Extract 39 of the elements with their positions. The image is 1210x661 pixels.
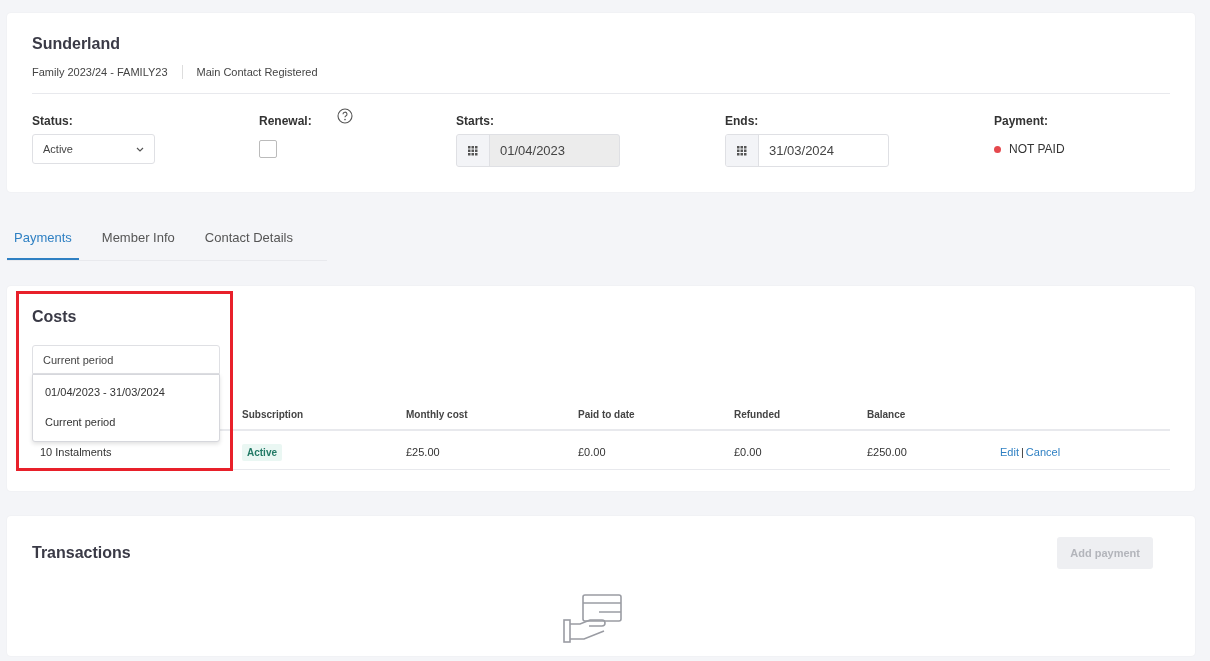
column-header: Monthly cost xyxy=(406,409,469,420)
action-link[interactable]: Cancel xyxy=(1025,446,1061,458)
section-title: Transactions xyxy=(32,544,131,562)
table-cell: £250.00 xyxy=(867,446,907,458)
calendar-grid-icon xyxy=(737,145,747,156)
table-cell: £25.00 xyxy=(406,446,440,458)
hand-card-icon xyxy=(562,594,623,644)
dropdown-option[interactable]: 01/04/2023 - 31/03/2024 xyxy=(33,377,219,407)
renewal-checkbox[interactable] xyxy=(259,140,277,158)
table-cell: 10 Instalments xyxy=(40,446,112,458)
table-cell: £0.00 xyxy=(578,446,606,458)
status-badge: Active xyxy=(242,444,282,461)
chevron-down-icon xyxy=(136,146,144,152)
separator: | xyxy=(1020,446,1024,458)
payment-status: NOT PAID xyxy=(1009,142,1065,156)
date-field[interactable]: 31/03/2024 xyxy=(725,134,889,167)
period-select[interactable]: Current period xyxy=(32,345,220,374)
tab[interactable]: Contact Details xyxy=(197,228,300,260)
column-header: Subscription xyxy=(242,409,305,420)
tab[interactable]: Payments xyxy=(7,228,79,260)
meta-text: Family 2023/24 - FAMILY23 xyxy=(32,66,168,78)
action-link[interactable]: Edit xyxy=(1000,446,1019,458)
column-header: Paid to date xyxy=(578,409,636,420)
field-label: Renewal: xyxy=(259,114,312,128)
field-label: Starts: xyxy=(456,114,494,128)
dropdown-option[interactable]: Current period xyxy=(33,407,219,437)
column-header: Balance xyxy=(867,409,907,420)
help-icon xyxy=(336,108,353,124)
calendar-grid-icon xyxy=(468,145,478,156)
column-header: Refunded xyxy=(734,409,782,420)
status-select[interactable]: Active xyxy=(32,134,155,164)
tab[interactable]: Member Info xyxy=(94,228,182,260)
section-title: Costs xyxy=(32,308,78,326)
field-label: Ends: xyxy=(725,114,759,128)
page-title: Sunderland xyxy=(32,35,121,53)
field-label: Payment: xyxy=(994,114,1049,128)
meta-text: Main Contact Registered xyxy=(196,66,318,78)
table-cell: £0.00 xyxy=(734,446,762,458)
field-label: Status: xyxy=(32,114,73,128)
